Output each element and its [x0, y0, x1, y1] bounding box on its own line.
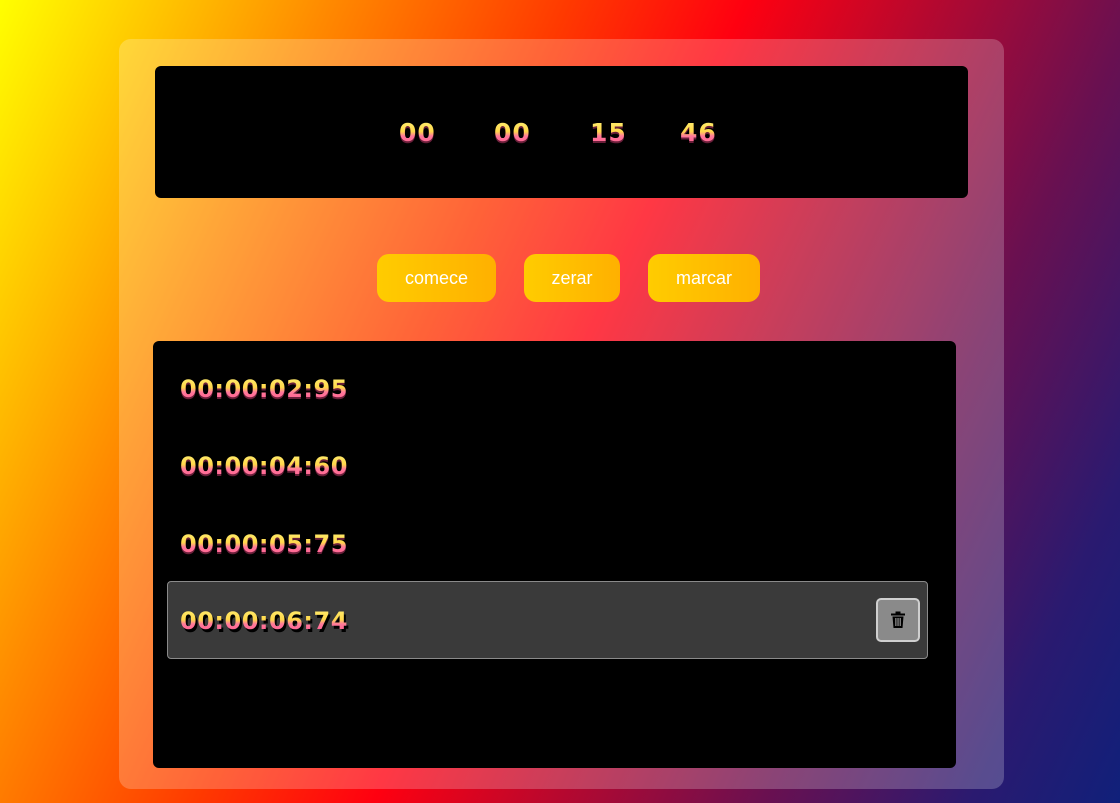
lap-item-active[interactable]: 00:00:06:74: [167, 581, 928, 659]
lap-time: 00:00:04:60: [180, 452, 348, 480]
lap-time: 00:00:06:74: [180, 607, 348, 635]
timer-display: 00 00 15 46: [155, 66, 968, 198]
delete-lap-button[interactable]: [876, 598, 920, 642]
minutes-value: 00: [494, 118, 531, 147]
lap-time: 00:00:05:75: [180, 530, 348, 558]
hours-value: 00: [399, 118, 436, 147]
timer-digits: 00 00 15 46: [155, 118, 968, 148]
start-button[interactable]: comece: [377, 254, 496, 302]
laps-list: 00:00:02:95 00:00:04:60 00:00:05:75 00:0…: [153, 341, 956, 768]
mark-button[interactable]: marcar: [648, 254, 760, 302]
lap-time: 00:00:02:95: [180, 375, 348, 403]
reset-button[interactable]: zerar: [524, 254, 620, 302]
controls: comece zerar marcar: [119, 254, 1004, 302]
centiseconds-value: 46: [680, 118, 717, 147]
lap-item[interactable]: 00:00:04:60: [167, 426, 928, 504]
stopwatch-app: 00 00 15 46 comece zerar marcar 00:00:02…: [119, 39, 1004, 789]
seconds-value: 15: [590, 118, 627, 147]
lap-item[interactable]: 00:00:02:95: [167, 349, 928, 427]
lap-item[interactable]: 00:00:05:75: [167, 504, 928, 582]
trash-icon: [891, 611, 905, 628]
